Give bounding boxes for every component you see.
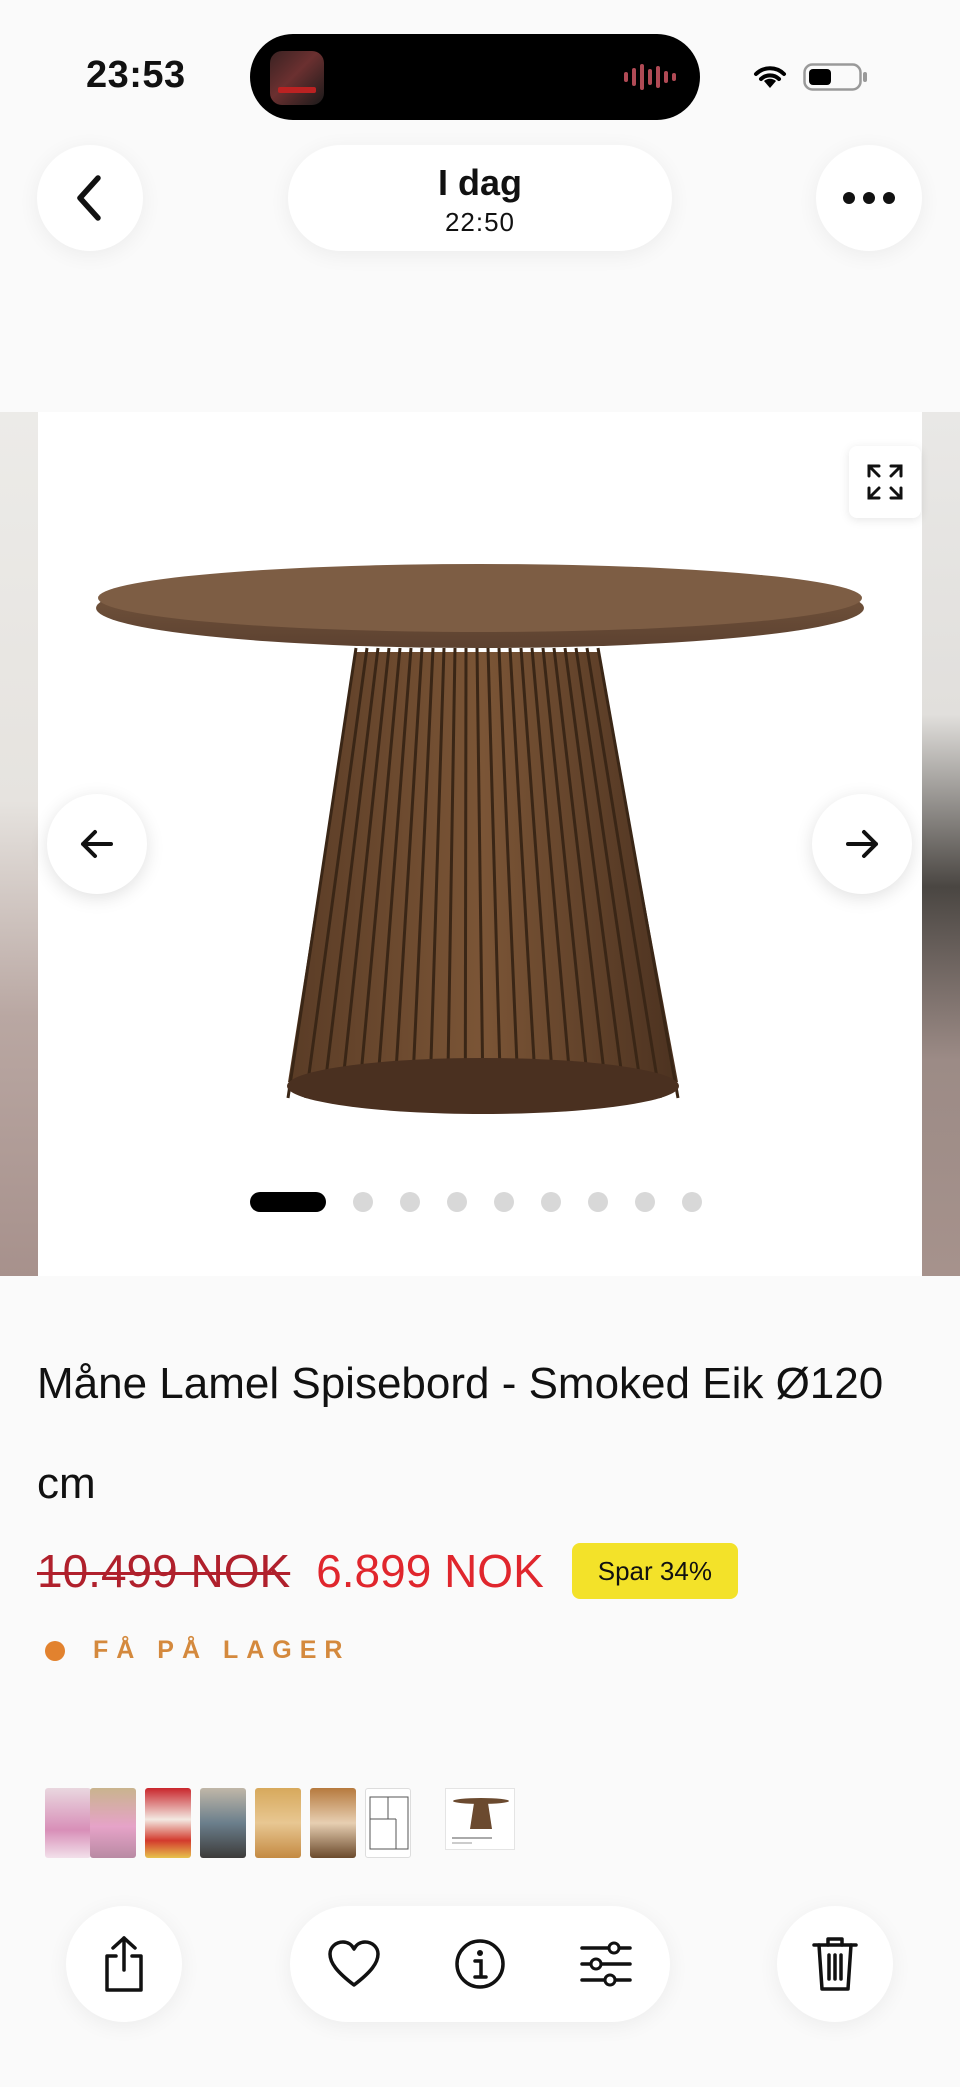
previous-photo-button[interactable] bbox=[47, 794, 147, 894]
page-subtitle: 22:50 bbox=[444, 207, 516, 237]
adjust-button[interactable] bbox=[576, 1934, 636, 1994]
trash-icon bbox=[812, 1937, 858, 1991]
photo-thumb-5[interactable] bbox=[255, 1788, 301, 1858]
photo-thumb-4[interactable] bbox=[200, 1788, 246, 1858]
status-bar: 23:53 bbox=[0, 0, 960, 150]
stock-status-label: FÅ PÅ LAGER bbox=[93, 1636, 351, 1664]
dynamic-island[interactable] bbox=[250, 34, 700, 120]
pager-dot-active[interactable] bbox=[250, 1192, 326, 1212]
more-dots-icon bbox=[843, 192, 895, 204]
now-playing-art bbox=[270, 51, 324, 105]
favorite-button[interactable] bbox=[324, 1934, 384, 1994]
expand-icon bbox=[867, 464, 903, 500]
expand-button[interactable] bbox=[849, 446, 921, 518]
more-button[interactable] bbox=[816, 145, 922, 251]
bottom-toolbar bbox=[0, 1906, 960, 2022]
audio-waveform-icon bbox=[624, 64, 676, 90]
pager-dot[interactable] bbox=[635, 1192, 655, 1212]
floorplan-thumb[interactable] bbox=[365, 1788, 411, 1858]
info-button[interactable] bbox=[450, 1934, 510, 1994]
heart-icon bbox=[328, 1940, 380, 1987]
original-price: 10.499 NOK bbox=[37, 1545, 291, 1597]
photo-thumb-6[interactable] bbox=[310, 1788, 356, 1858]
pager-dot[interactable] bbox=[494, 1192, 514, 1212]
info-icon bbox=[455, 1939, 505, 1989]
photo-thumb-2[interactable] bbox=[90, 1788, 136, 1858]
photo-thumb-1[interactable] bbox=[45, 1788, 91, 1858]
product-title: Måne Lamel Spisebord - Smoked Eik Ø120 c… bbox=[37, 1359, 884, 1508]
pager-dot[interactable] bbox=[541, 1192, 561, 1212]
photo-carousel[interactable] bbox=[0, 412, 960, 1276]
photo-thumb-3[interactable] bbox=[145, 1788, 191, 1858]
share-icon bbox=[105, 1936, 143, 1992]
pager-dot[interactable] bbox=[588, 1192, 608, 1212]
dining-table-illustration bbox=[96, 564, 864, 1114]
action-tools-pill bbox=[290, 1906, 670, 2022]
next-photo-button[interactable] bbox=[812, 794, 912, 894]
discount-badge: Spar 34% bbox=[571, 1543, 738, 1599]
previous-photo-peek[interactable] bbox=[0, 412, 38, 1276]
sale-price: 6.899 NOK bbox=[316, 1545, 544, 1597]
product-page-thumb[interactable] bbox=[445, 1788, 515, 1850]
price-row: 10.499 NOK 6.899 NOK Spar 34% bbox=[37, 1540, 738, 1602]
sliders-icon bbox=[580, 1941, 632, 1987]
delete-button[interactable] bbox=[777, 1906, 893, 2022]
photo-pager[interactable] bbox=[250, 1192, 729, 1212]
pager-dot[interactable] bbox=[682, 1192, 702, 1212]
battery-icon bbox=[803, 63, 867, 91]
pager-dot[interactable] bbox=[447, 1192, 467, 1212]
date-title-pill[interactable]: I dag 22:50 bbox=[288, 145, 672, 251]
top-navigation: I dag 22:50 bbox=[0, 145, 960, 265]
page-title: I dag bbox=[437, 162, 522, 203]
stock-status-dot bbox=[45, 1640, 65, 1661]
product-image[interactable] bbox=[38, 412, 922, 1276]
next-photo-peek[interactable] bbox=[922, 412, 960, 1276]
status-time: 23:53 bbox=[86, 54, 186, 96]
pager-dot[interactable] bbox=[400, 1192, 420, 1212]
arrow-right-icon bbox=[846, 830, 878, 858]
wifi-icon bbox=[754, 66, 786, 88]
share-button[interactable] bbox=[66, 1906, 182, 2022]
chevron-left-icon bbox=[77, 175, 101, 221]
table-thumb-icon bbox=[452, 1798, 509, 1844]
back-button[interactable] bbox=[37, 145, 143, 251]
arrow-left-icon bbox=[81, 830, 113, 858]
stock-status: FÅ PÅ LAGER bbox=[45, 1636, 350, 1665]
floorplan-icon bbox=[369, 1796, 409, 1850]
pager-dot[interactable] bbox=[353, 1192, 373, 1212]
